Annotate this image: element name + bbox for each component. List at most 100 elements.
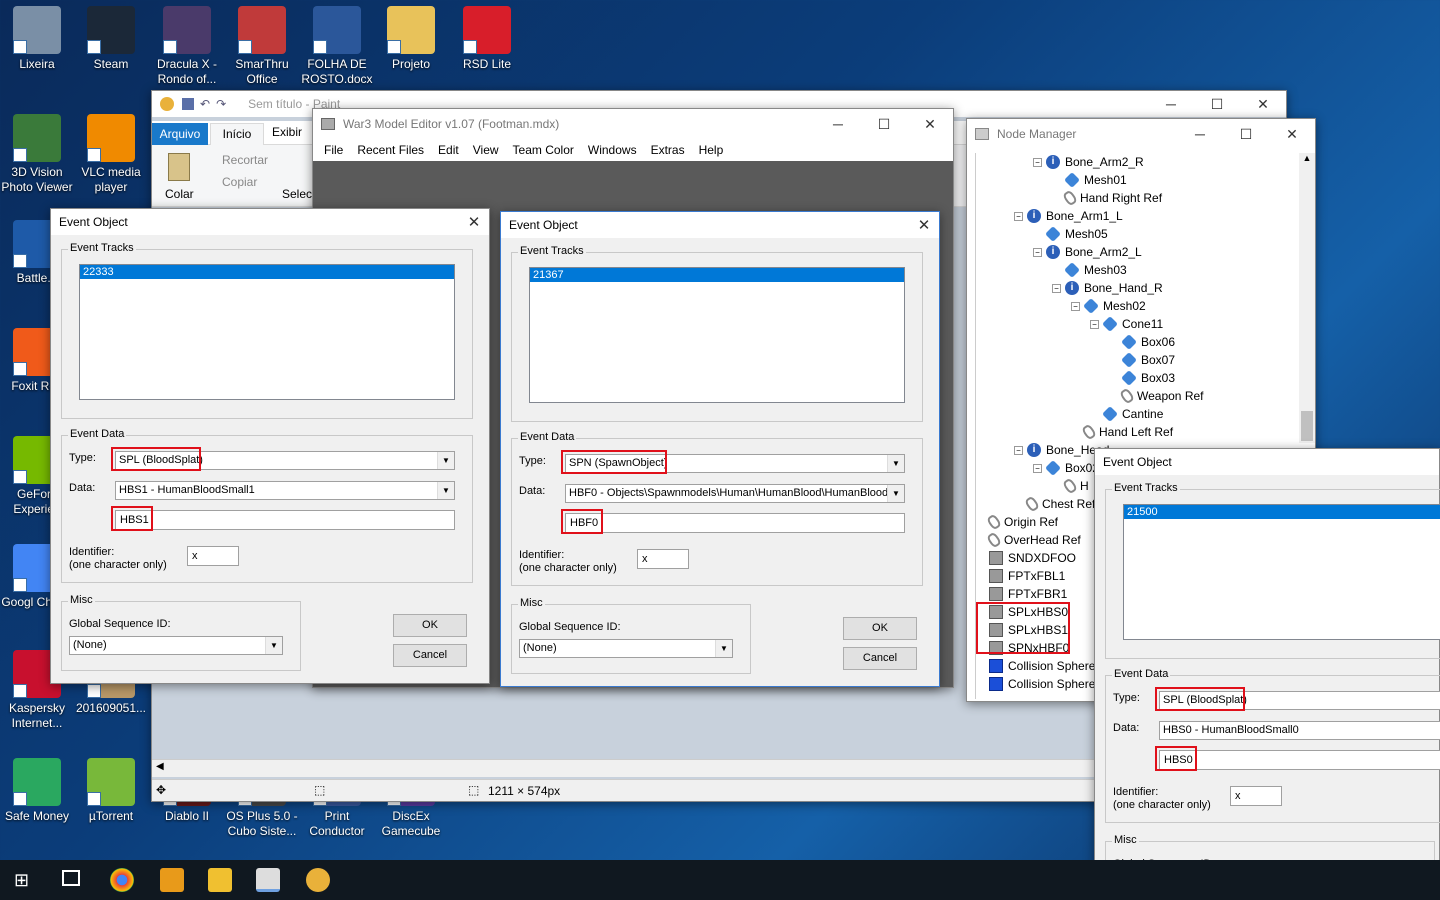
tree-node[interactable]: − i Bone_Arm1_L	[1014, 207, 1123, 225]
global-sequence-select[interactable]: (None) ▼	[519, 639, 733, 658]
tab-inicio[interactable]: Início	[210, 123, 264, 145]
war3-taskbar-icon[interactable]	[256, 868, 280, 892]
menu-item[interactable]: Extras	[644, 143, 692, 157]
menu-item[interactable]: Team Color	[506, 143, 581, 157]
scroll-thumb[interactable]	[1301, 411, 1313, 441]
desktop-icon[interactable]: Projeto	[374, 6, 448, 72]
desktop-icon[interactable]: VLC media player	[74, 114, 148, 195]
menu-item[interactable]: View	[466, 143, 506, 157]
tree-node[interactable]: FPTxFBR1	[989, 585, 1067, 603]
close-button[interactable]: ✕	[1269, 126, 1315, 143]
tree-node[interactable]: Mesh03	[1064, 261, 1127, 279]
collapse-icon[interactable]: −	[1052, 283, 1061, 293]
identifier-input[interactable]: x	[187, 546, 239, 566]
desktop-icon[interactable]: Steam	[74, 6, 148, 72]
identifier-input[interactable]: x	[1230, 786, 1282, 806]
tree-node[interactable]: − i Bone_Arm2_R	[1033, 153, 1144, 171]
maximize-button[interactable]: ☐	[1194, 96, 1240, 113]
tree-node[interactable]: Hand Left Ref	[1080, 423, 1173, 441]
tree-node[interactable]: Weapon Ref	[1118, 387, 1204, 405]
minimize-button[interactable]: ─	[815, 116, 861, 132]
scroll-up-icon[interactable]: ▲	[1299, 153, 1315, 163]
copy-button[interactable]: Copiar	[222, 175, 257, 189]
close-button[interactable]: ✕	[907, 116, 953, 133]
close-button[interactable]: ✕	[1240, 96, 1286, 113]
collapse-icon[interactable]: −	[1071, 301, 1080, 311]
paste-icon[interactable]	[168, 153, 190, 181]
ok-button[interactable]: OK	[843, 617, 917, 640]
tree-node[interactable]: Collision Sphere	[989, 657, 1095, 675]
redo-icon[interactable]: ↷	[216, 97, 226, 111]
menu-item[interactable]: Help	[692, 143, 731, 157]
menu-item[interactable]: Edit	[431, 143, 466, 157]
menu-item[interactable]: Recent Files	[350, 143, 431, 157]
tree-node[interactable]: Cantine	[1102, 405, 1163, 423]
desktop-icon[interactable]: SmarThru Office	[225, 6, 299, 87]
maximize-button[interactable]: ☐	[1223, 126, 1269, 143]
paste-button[interactable]: Colar	[165, 187, 194, 201]
collapse-icon[interactable]: −	[1033, 157, 1042, 167]
chevron-down-icon[interactable]: ▼	[437, 452, 454, 469]
chrome-taskbar-icon[interactable]	[110, 868, 134, 892]
cancel-button[interactable]: Cancel	[843, 647, 917, 670]
chevron-down-icon[interactable]: ▼	[887, 455, 904, 472]
event-track-item[interactable]: 22333	[80, 265, 454, 279]
task-view-icon[interactable]	[62, 870, 80, 886]
explorer-taskbar-icon[interactable]	[208, 868, 232, 892]
collapse-icon[interactable]: −	[1090, 319, 1099, 329]
event-tracks-list[interactable]: 21367	[529, 267, 905, 403]
cancel-button[interactable]: Cancel	[393, 644, 467, 667]
desktop-icon[interactable]: RSD Lite	[450, 6, 524, 72]
tree-node[interactable]: Box03	[1121, 369, 1175, 387]
tree-node[interactable]: − Mesh02	[1071, 297, 1146, 315]
tree-node[interactable]: − i Bone_Hand_R	[1052, 279, 1163, 297]
event-track-item[interactable]: 21500	[1124, 505, 1440, 519]
event-code-input[interactable]: HBF0	[565, 513, 905, 533]
paint-taskbar-icon[interactable]	[306, 868, 330, 892]
desktop-icon[interactable]: Dracula X - Rondo of...	[150, 6, 224, 87]
tree-node[interactable]: FPTxFBL1	[989, 567, 1065, 585]
data-select[interactable]: HBS1 - HumanBloodSmall1 ▼	[115, 481, 455, 500]
tree-node[interactable]: Origin Ref	[985, 513, 1058, 531]
tab-exibir[interactable]: Exibir	[272, 125, 302, 139]
ok-button[interactable]: OK	[393, 614, 467, 637]
tree-node[interactable]: Chest Ref	[1023, 495, 1095, 513]
tree-node[interactable]: Mesh05	[1045, 225, 1108, 243]
minimize-button[interactable]: ─	[1148, 96, 1194, 112]
close-button[interactable]: ✕	[459, 213, 489, 231]
tree-node[interactable]: Box06	[1121, 333, 1175, 351]
tree-node[interactable]: SNDXDFOO	[989, 549, 1076, 567]
chevron-down-icon[interactable]: ▼	[887, 485, 904, 502]
undo-icon[interactable]: ↶	[200, 97, 210, 111]
event-tracks-list[interactable]: 22333	[79, 264, 455, 400]
desktop-icon[interactable]: µTorrent	[74, 758, 148, 824]
maximize-button[interactable]: ☐	[861, 116, 907, 133]
collapse-icon[interactable]: −	[1014, 445, 1023, 455]
tree-scrollbar[interactable]: ▲	[1299, 153, 1315, 443]
identifier-input[interactable]: x	[637, 549, 689, 569]
tab-arquivo[interactable]: Arquivo	[152, 123, 208, 145]
tree-node[interactable]: Mesh01	[1064, 171, 1127, 189]
event-tracks-list[interactable]: 21500	[1123, 504, 1440, 640]
desktop-icon[interactable]: Lixeira	[0, 6, 74, 72]
chevron-down-icon[interactable]: ▼	[437, 482, 454, 499]
chevron-down-icon[interactable]: ▼	[715, 640, 732, 657]
data-select[interactable]: HBS0 - HumanBloodSmall0	[1159, 721, 1440, 740]
tree-node[interactable]: Hand Right Ref	[1061, 189, 1162, 207]
menu-item[interactable]: File	[317, 143, 350, 157]
collapse-icon[interactable]: −	[1014, 211, 1023, 221]
event-code-input[interactable]: HBS1	[115, 510, 455, 530]
tree-node[interactable]: Collision Sphere	[989, 675, 1095, 693]
collapse-icon[interactable]: −	[1033, 463, 1042, 473]
tree-node[interactable]: − Cone11	[1090, 315, 1163, 333]
desktop-icon[interactable]: FOLHA DE ROSTO.docx	[300, 6, 374, 87]
minimize-button[interactable]: ─	[1177, 126, 1223, 142]
tree-node[interactable]: OverHead Ref	[985, 531, 1081, 549]
close-button[interactable]: ✕	[909, 216, 939, 234]
tree-node[interactable]: H	[1061, 477, 1089, 495]
desktop-icon[interactable]: 3D Vision Photo Viewer	[0, 114, 74, 195]
data-select[interactable]: HBF0 - Objects\Spawnmodels\Human\HumanBl…	[565, 484, 905, 503]
event-track-item[interactable]: 21367	[530, 268, 904, 282]
winamp-taskbar-icon[interactable]	[160, 868, 184, 892]
start-button[interactable]: ⊞	[14, 870, 29, 891]
